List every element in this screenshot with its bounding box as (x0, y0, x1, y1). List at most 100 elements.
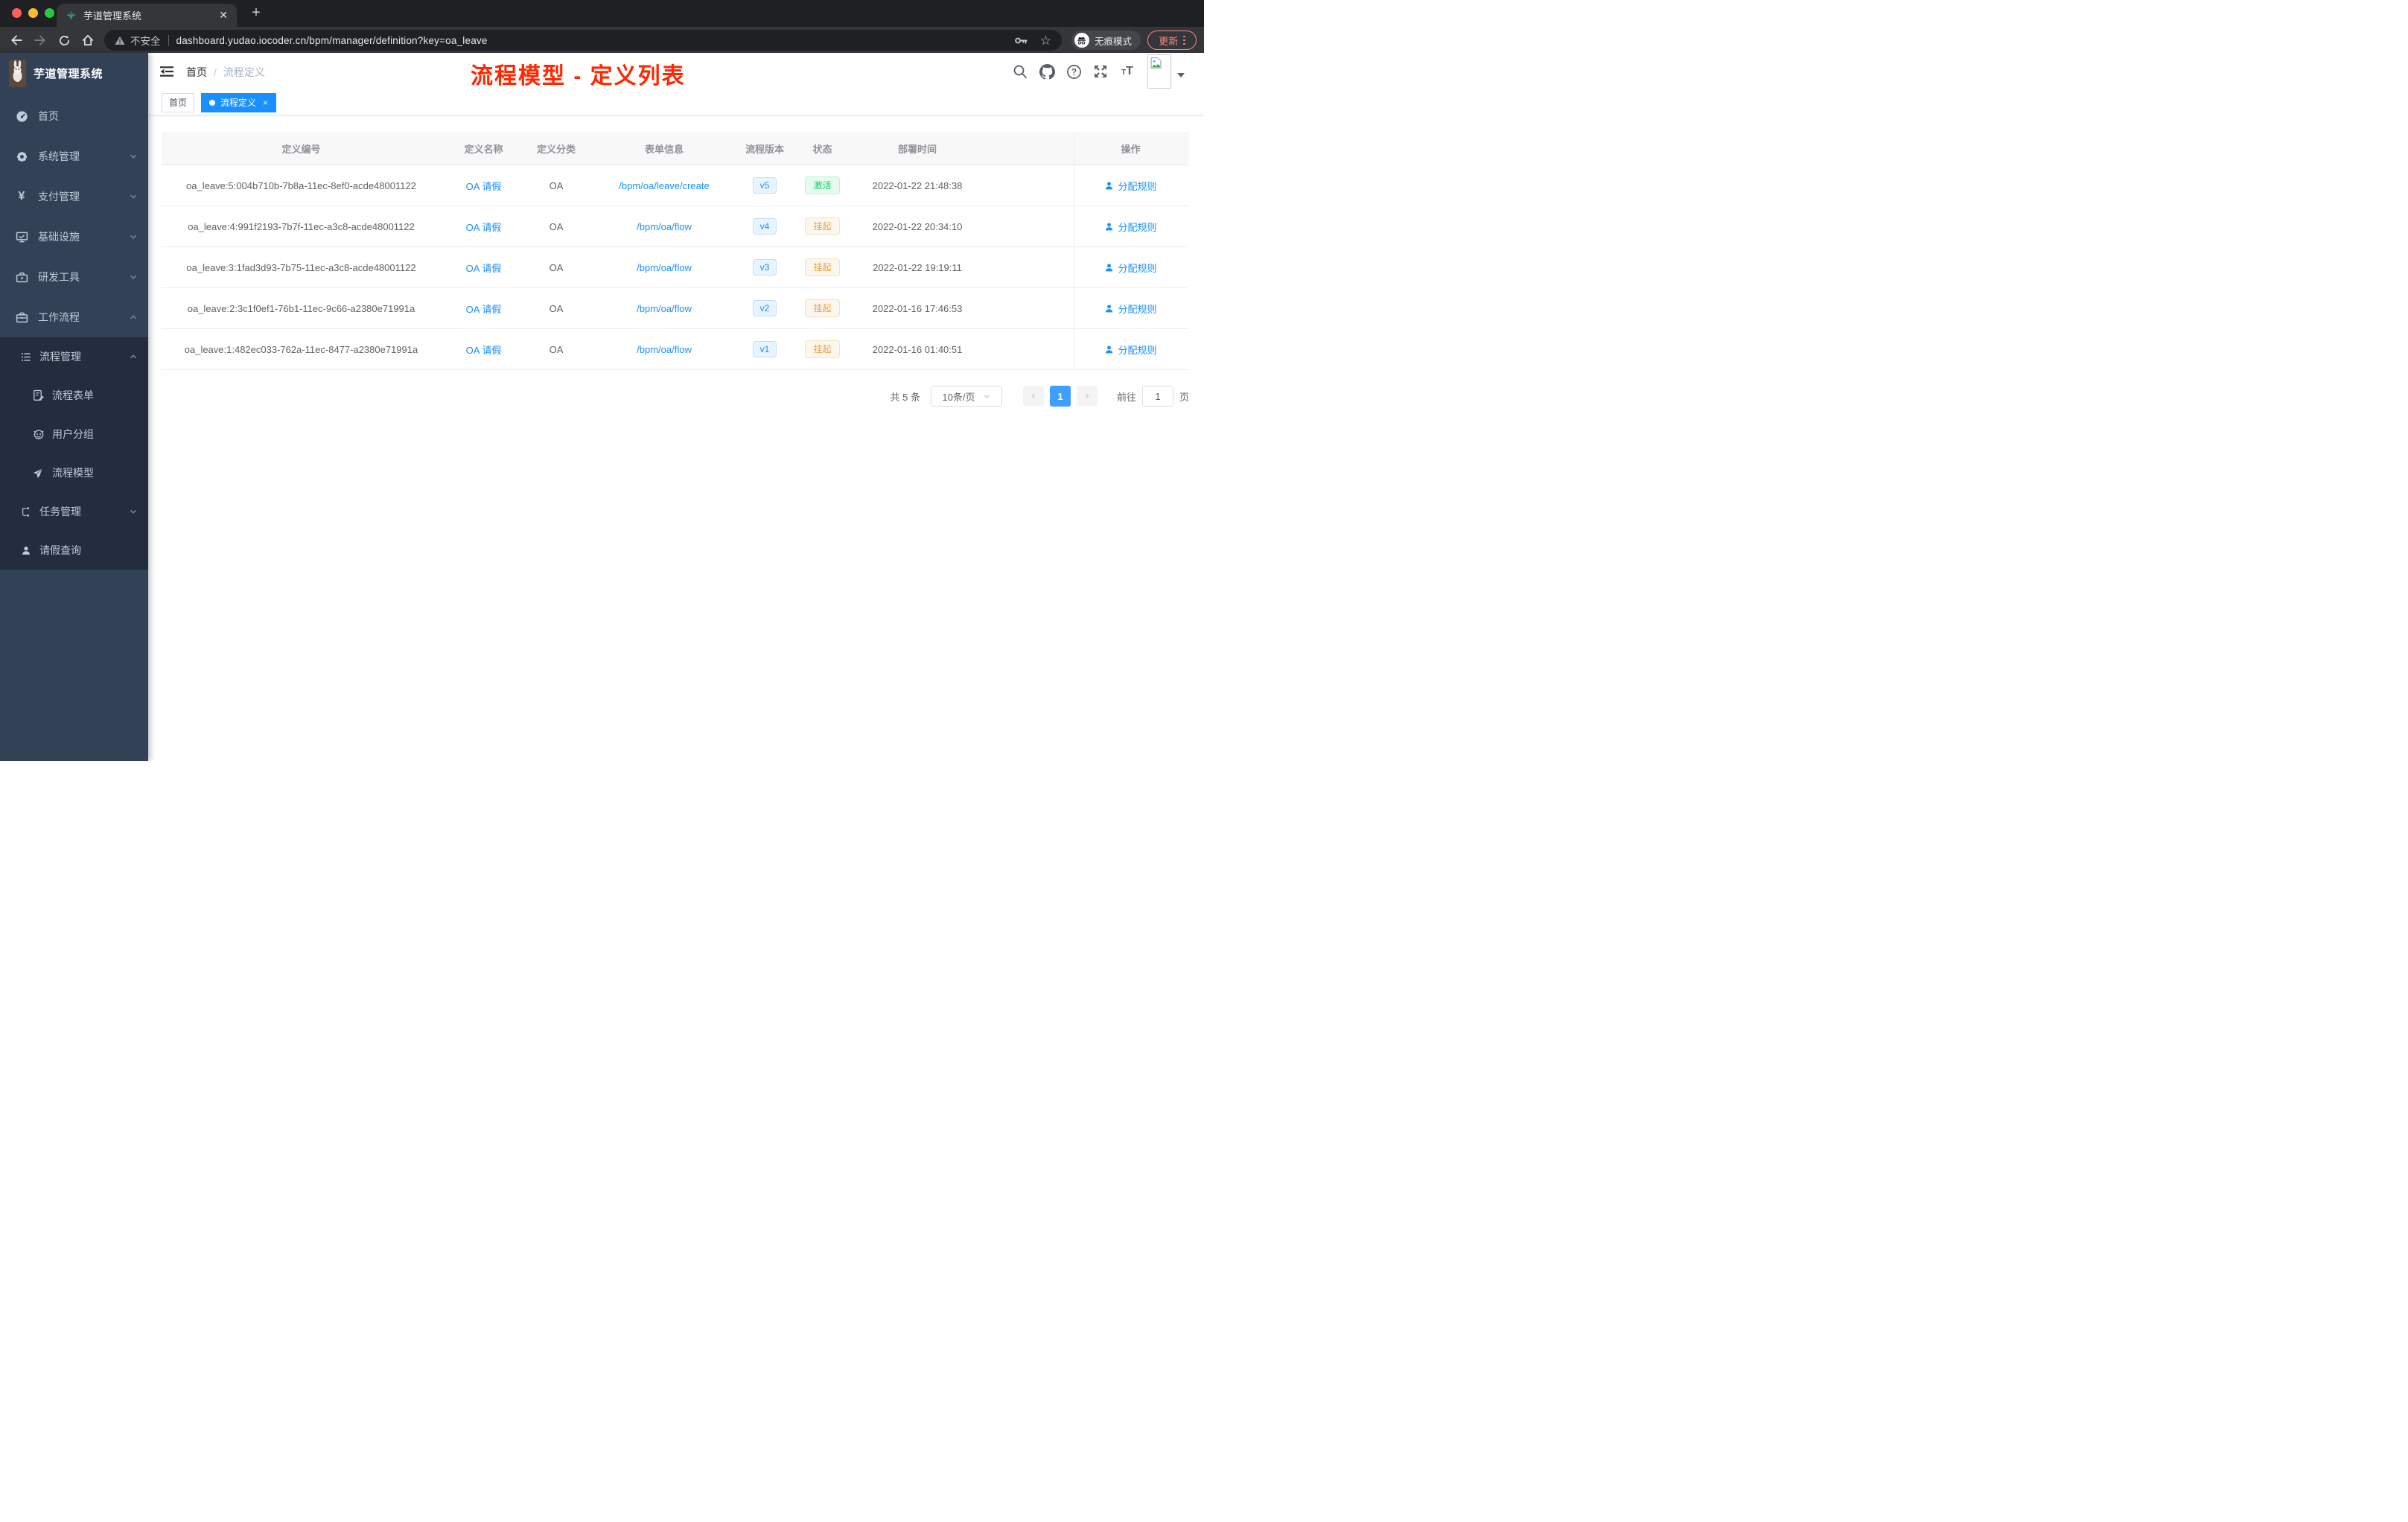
monitor-icon (15, 230, 28, 243)
breadcrumb: 首页 / 流程定义 (186, 65, 265, 80)
page-number-button[interactable]: 1 (1049, 386, 1071, 407)
github-icon[interactable] (1039, 63, 1055, 80)
col-header-version: 流程版本 (745, 143, 784, 155)
update-label[interactable]: 更新 (1159, 34, 1178, 48)
assign-rule-link[interactable]: 分配规则 (1104, 343, 1157, 357)
navbar: 首页 / 流程定义 流程模型 - 定义列表 ? TT (148, 53, 1204, 90)
tab-close-icon[interactable]: ✕ (219, 9, 228, 22)
sidebar-item-process-form[interactable]: 流程表单 (0, 376, 148, 415)
form-link[interactable]: /bpm/oa/flow (637, 303, 692, 314)
app-title: 芋道管理系统 (34, 67, 103, 80)
form-link[interactable]: /bpm/oa/flow (637, 221, 692, 232)
cell-category: OA (549, 343, 564, 355)
pagination-total: 共 5 条 (890, 391, 920, 403)
sidebar-item-process-model[interactable]: 流程模型 (0, 453, 148, 492)
font-size-icon[interactable]: TT (1119, 63, 1135, 80)
chevron-down-icon (129, 192, 138, 201)
security-warning-icon[interactable] (115, 36, 125, 45)
sidebar-item-process-management[interactable]: 流程管理 (0, 337, 148, 376)
assign-rule-link[interactable]: 分配规则 (1104, 302, 1157, 316)
assign-rule-link[interactable]: 分配规则 (1104, 220, 1157, 234)
status-badge: 激活 (805, 176, 840, 194)
zoom-window-button[interactable] (45, 8, 54, 18)
col-header-spacer (977, 132, 1074, 165)
avatar-caret-icon[interactable] (1177, 73, 1185, 77)
definition-name-link[interactable]: OA 请假 (466, 220, 502, 234)
status-badge: 挂起 (805, 217, 840, 235)
tab-title: 芋道管理系统 (83, 10, 142, 22)
user-icon (21, 544, 31, 556)
avatar[interactable] (1147, 54, 1171, 89)
definition-name-link[interactable]: OA 请假 (466, 261, 502, 275)
sidebar-item-leave-query[interactable]: 请假查询 (0, 531, 148, 570)
update-button[interactable]: 更新 (1147, 31, 1197, 50)
sidebar-item-user-group[interactable]: 用户分组 (0, 415, 148, 453)
dashboard-icon (15, 109, 28, 123)
briefcase-icon (15, 311, 28, 324)
sidebar-item-infrastructure[interactable]: 基础设施 (0, 217, 148, 257)
form-icon (33, 389, 45, 401)
incognito-icon (1074, 33, 1089, 48)
sidebar-item-workflow[interactable]: 工作流程 (0, 297, 148, 337)
sidebar-item-payment[interactable]: ¥ 支付管理 (0, 176, 148, 217)
tag-home[interactable]: 首页 (162, 92, 195, 112)
sidebar-item-dev-tools[interactable]: 研发工具 (0, 257, 148, 297)
tag-close-icon[interactable]: × (263, 98, 268, 108)
page-size-select[interactable]: 10条/页 (930, 386, 1002, 407)
cell-id: oa_leave:4:991f2193-7b7f-11ec-a3c8-acde4… (188, 220, 415, 232)
prev-page-button[interactable]: ‹ (1022, 386, 1044, 407)
browser-menu-icon[interactable] (1183, 35, 1185, 45)
assign-rule-link[interactable]: 分配规则 (1104, 261, 1157, 275)
col-header-category: 定义分类 (536, 143, 576, 155)
goto-page-input[interactable]: 1 (1141, 386, 1173, 407)
url-bar[interactable]: 不安全 dashboard.yudao.iocoder.cn/bpm/manag… (104, 30, 1062, 51)
sidebar-item-home[interactable]: 首页 (0, 96, 148, 136)
page-unit-label: 页 (1179, 391, 1189, 403)
flow-icon (21, 506, 31, 518)
col-header-form: 表单信息 (644, 143, 684, 155)
sidebar-item-system[interactable]: 系统管理 (0, 136, 148, 176)
home-button[interactable] (79, 31, 97, 49)
form-link[interactable]: /bpm/oa/leave/create (619, 180, 709, 191)
security-label[interactable]: 不安全 (130, 33, 161, 48)
cell-id: oa_leave:5:004b710b-7b8a-11ec-8ef0-acde4… (186, 179, 416, 191)
version-badge: v1 (752, 341, 777, 357)
status-badge: 挂起 (805, 340, 840, 358)
bookmark-star-icon[interactable]: ☆ (1040, 34, 1051, 47)
status-badge: 挂起 (805, 299, 840, 317)
forward-button[interactable] (31, 31, 49, 49)
breadcrumb-separator: / (214, 66, 217, 78)
chevron-down-icon (129, 507, 138, 516)
back-button[interactable] (7, 31, 25, 49)
tag-process-definition[interactable]: 流程定义 × (201, 92, 277, 112)
table-row: oa_leave:2:3c1f0ef1-76b1-11ec-9c66-a2380… (162, 288, 1189, 329)
fullscreen-icon[interactable] (1092, 63, 1109, 80)
tags-view: 首页 流程定义 × (148, 90, 1204, 115)
definition-name-link[interactable]: OA 请假 (466, 302, 502, 316)
close-window-button[interactable] (12, 8, 22, 18)
definition-name-link[interactable]: OA 请假 (466, 179, 502, 193)
sidebar-toggle-icon[interactable] (159, 64, 174, 79)
form-link[interactable]: /bpm/oa/flow (637, 344, 692, 355)
url-text[interactable]: dashboard.yudao.iocoder.cn/bpm/manager/d… (176, 35, 1005, 46)
chevron-down-icon (129, 273, 138, 281)
cell-deploy-time: 2022-01-16 01:40:51 (872, 343, 963, 355)
app-logo (9, 59, 26, 87)
sidebar-item-task-management[interactable]: 任务管理 (0, 492, 148, 531)
cell-category: OA (549, 179, 564, 191)
minimize-window-button[interactable] (28, 8, 38, 18)
cell-deploy-time: 2022-01-16 17:46:53 (872, 302, 963, 314)
help-icon[interactable]: ? (1066, 63, 1082, 80)
password-key-icon[interactable] (1014, 34, 1028, 48)
reload-button[interactable] (55, 31, 73, 49)
form-link[interactable]: /bpm/oa/flow (637, 262, 692, 273)
cell-id: oa_leave:3:1fad3d93-7b75-11ec-a3c8-acde4… (186, 261, 416, 273)
new-tab-button[interactable]: + (247, 4, 265, 22)
definition-name-link[interactable]: OA 请假 (466, 343, 502, 357)
sidebar-menu: 首页 系统管理 ¥ 支付管理 基础设施 研发工具 工作流程 流程管理 流程表单 … (0, 93, 148, 570)
browser-tab[interactable]: 芋道管理系统 ✕ (57, 4, 237, 27)
search-icon[interactable] (1012, 63, 1028, 80)
next-page-button[interactable]: › (1076, 386, 1098, 407)
breadcrumb-home[interactable]: 首页 (186, 65, 207, 80)
assign-rule-link[interactable]: 分配规则 (1104, 179, 1157, 193)
